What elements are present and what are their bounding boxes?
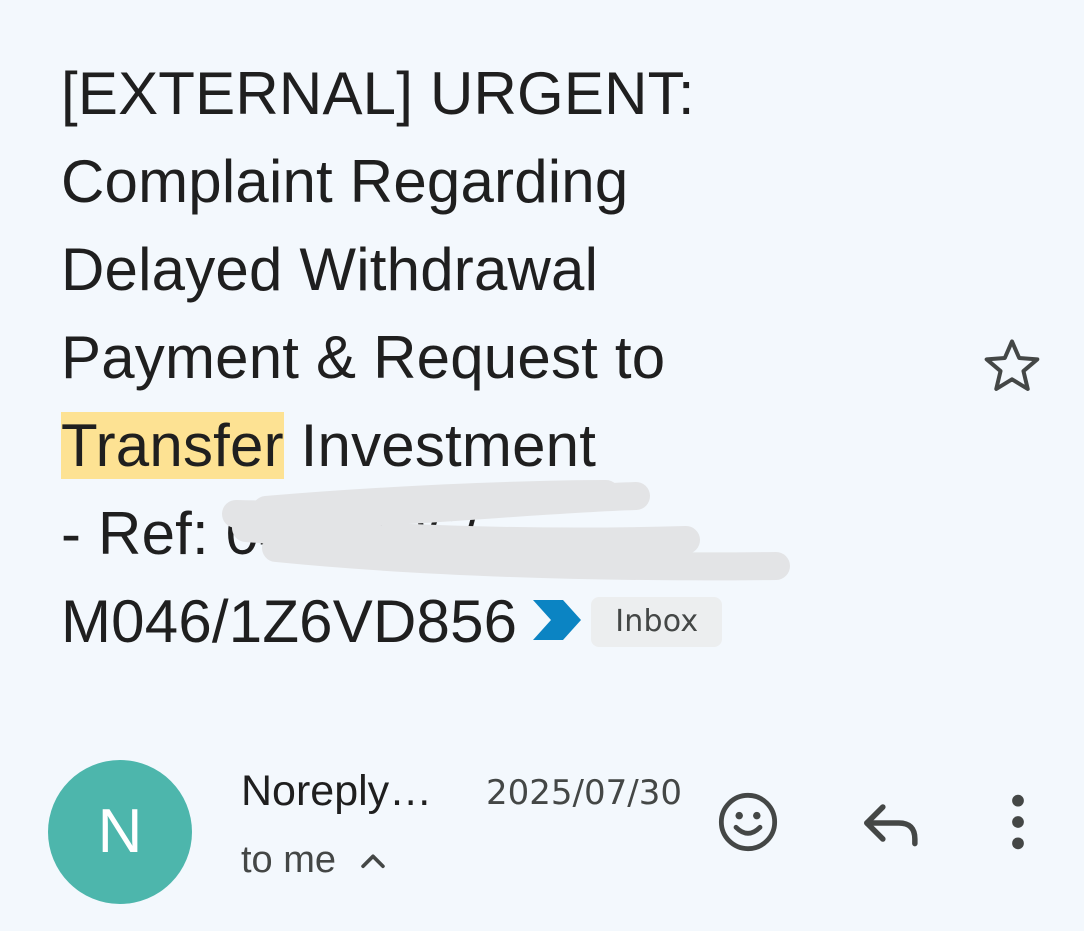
avatar[interactable]: N [48,760,192,904]
search-highlight: Transfer [61,412,284,479]
subject-line: Delayed Withdrawal [61,236,599,303]
email-view: [EXTERNAL] URGENT: Complaint Regarding D… [0,0,1084,931]
subject-text: M046/1Z6VD856 [61,588,518,655]
more-vertical-icon[interactable] [994,790,1042,854]
chevron-up-icon [356,843,390,877]
subject-line: Transfer Investment [61,402,961,490]
email-date: 2025/07/30 [486,773,682,813]
subject-line: - Ref: 0459496/ [61,480,961,581]
subject-text: / [460,500,478,567]
label-chip-inbox[interactable]: Inbox [591,597,723,648]
subject-text: Investment [283,412,597,479]
subject-line: M046/1Z6VD856 Inbox [61,578,961,666]
reply-icon[interactable] [860,795,924,851]
subject-line: [EXTERNAL] URGENT: [61,60,695,127]
subject-line: Payment & Request to [61,324,666,391]
redacted-reference: 0459496/ [221,480,790,581]
importance-marker-icon[interactable] [531,578,583,666]
emoji-reaction-icon[interactable] [716,790,780,854]
sender-name[interactable]: Noreply… [241,764,432,818]
subject-line: Complaint Regarding [61,148,629,215]
recipient-label: to me [241,839,337,881]
subject-text: - Ref: [61,500,226,567]
star-icon[interactable] [980,334,1044,398]
recipient-details-toggle[interactable]: to me [241,836,390,884]
email-subject: [EXTERNAL] URGENT: Complaint Regarding D… [61,50,961,666]
